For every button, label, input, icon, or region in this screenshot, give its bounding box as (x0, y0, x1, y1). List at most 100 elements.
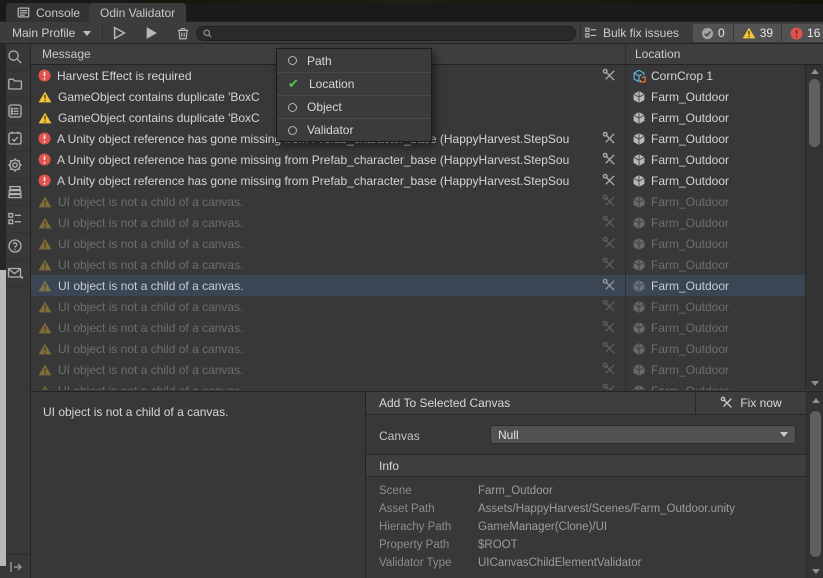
issue-row[interactable]: UI object is not a child of a canvas. Far… (31, 233, 805, 254)
issue-location-cell[interactable]: Farm_Outdoor (625, 212, 805, 233)
profile-dropdown[interactable]: Main Profile (4, 23, 99, 43)
issue-location-cell[interactable]: CornCrop 1 (625, 65, 805, 86)
issue-row[interactable]: UI object is not a child of a canvas.Far… (31, 380, 805, 390)
issue-row[interactable]: UI object is not a child of a canvas.Far… (31, 359, 805, 380)
issue-row[interactable]: A Unity object reference has gone missin… (31, 149, 805, 170)
search-field[interactable] (196, 26, 576, 41)
issue-message-cell[interactable]: UI object is not a child of a canvas. (31, 317, 625, 338)
menu-item-path[interactable]: Path (277, 49, 431, 72)
column-header-location[interactable]: Location (625, 44, 805, 64)
issue-location-cell[interactable]: Farm_Outdoor (625, 380, 805, 390)
bulk-fix-issues-button[interactable]: Bulk fix issues (584, 23, 679, 43)
folder-icon (7, 76, 23, 92)
scrollbar-thumb[interactable] (810, 411, 821, 557)
issue-row[interactable]: UI object is not a child of a canvas. Far… (31, 212, 805, 233)
issue-location-cell[interactable]: Farm_Outdoor (625, 191, 805, 212)
run-button[interactable] (137, 22, 166, 44)
fix-wrench-icon[interactable] (602, 152, 617, 167)
issue-message-cell[interactable]: A Unity object reference has gone missin… (31, 170, 625, 191)
scroll-down-icon[interactable] (812, 569, 820, 574)
warnings-filter-button[interactable]: 39 (733, 24, 781, 42)
run-outline-button[interactable] (105, 22, 134, 44)
fix-wrench-icon[interactable] (602, 299, 617, 314)
fix-wrench-icon[interactable] (602, 173, 617, 188)
issue-location-cell[interactable]: Farm_Outdoor (625, 149, 805, 170)
issue-row[interactable]: A Unity object reference has gone missin… (31, 170, 805, 191)
issue-row[interactable]: UI object is not a child of a canvas.Far… (31, 338, 805, 359)
warning-icon (38, 217, 52, 229)
issue-row[interactable]: UI object is not a child of a canvas.Far… (31, 275, 805, 296)
tab-console[interactable]: Console (6, 3, 91, 22)
issue-location-cell[interactable]: Farm_Outdoor (625, 170, 805, 191)
issue-location-cell[interactable]: Farm_Outdoor (625, 359, 805, 380)
issue-message-cell[interactable]: UI object is not a child of a canvas. (31, 212, 625, 233)
issue-location-cell[interactable]: Farm_Outdoor (625, 233, 805, 254)
issue-message: UI object is not a child of a canvas. (58, 237, 599, 251)
issue-row[interactable]: UI object is not a child of a canvas.Far… (31, 317, 805, 338)
issue-message-cell[interactable]: UI object is not a child of a canvas. (31, 296, 625, 317)
prefab-variant-icon (632, 69, 646, 83)
fix-wrench-icon[interactable] (602, 131, 617, 146)
errors-filter-button[interactable]: 16 (781, 24, 823, 42)
issue-message-cell[interactable]: UI object is not a child of a canvas. (31, 233, 625, 254)
cube-icon (632, 300, 646, 314)
issue-message-cell[interactable]: UI object is not a child of a canvas. (31, 380, 625, 390)
issue-detail-message: UI object is not a child of a canvas. (43, 405, 228, 419)
menu-item-location[interactable]: ✔Location (277, 72, 431, 95)
issue-location-cell[interactable]: Farm_Outdoor (625, 107, 805, 128)
scroll-up-icon[interactable] (812, 398, 820, 403)
fix-wrench-icon[interactable] (602, 257, 617, 272)
fix-wrench-icon[interactable] (602, 215, 617, 230)
list-scrollbar[interactable] (805, 65, 823, 390)
fix-wrench-icon[interactable] (602, 341, 617, 356)
fix-panel-scrollbar[interactable] (806, 392, 823, 578)
background-sliver (0, 270, 6, 566)
menu-item-object[interactable]: Object (277, 95, 431, 118)
fix-now-button[interactable]: Fix now (695, 392, 806, 415)
fix-wrench-icon[interactable] (602, 362, 617, 377)
tab-odin-validator[interactable]: Odin Validator (89, 3, 186, 22)
issue-location-cell[interactable]: Farm_Outdoor (625, 254, 805, 275)
location-label: Farm_Outdoor (651, 300, 729, 314)
search-input[interactable] (216, 28, 569, 40)
issue-message-cell[interactable]: UI object is not a child of a canvas. (31, 254, 625, 275)
resolved-filter-button[interactable]: 0 (693, 24, 733, 42)
issue-row[interactable]: UI object is not a child of a canvas.Far… (31, 191, 805, 212)
cube-icon (632, 195, 646, 209)
issue-message-cell[interactable]: A Unity object reference has gone missin… (31, 149, 625, 170)
issue-message-cell[interactable]: UI object is not a child of a canvas. (31, 191, 625, 212)
issue-message-cell[interactable]: UI object is not a child of a canvas. (31, 359, 625, 380)
issue-location-cell[interactable]: Farm_Outdoor (625, 317, 805, 338)
info-label: Asset Path (379, 503, 478, 515)
wrench-icon (720, 396, 734, 410)
play-outline-icon (113, 26, 126, 40)
background-sliver (0, 44, 6, 270)
issue-location-cell[interactable]: Farm_Outdoor (625, 296, 805, 317)
issue-row[interactable]: UI object is not a child of a canvas. Far… (31, 296, 805, 317)
location-label: Farm_Outdoor (651, 216, 729, 230)
layers-icon (7, 184, 23, 200)
fix-wrench-icon[interactable] (602, 383, 617, 390)
issue-location-cell[interactable]: Farm_Outdoor (625, 338, 805, 359)
bulk-list-icon (7, 211, 23, 227)
issue-row[interactable]: UI object is not a child of a canvas.Far… (31, 254, 805, 275)
canvas-dropdown[interactable]: Null (490, 425, 796, 444)
clear-button[interactable] (168, 22, 197, 44)
checklist-icon (7, 103, 23, 119)
cube-icon (632, 342, 646, 356)
fix-wrench-icon[interactable] (602, 236, 617, 251)
issue-message-cell[interactable]: UI object is not a child of a canvas. (31, 338, 625, 359)
scrollbar-thumb[interactable] (809, 79, 820, 147)
fix-wrench-icon[interactable] (602, 68, 617, 83)
fix-wrench-icon[interactable] (602, 194, 617, 209)
scroll-down-icon[interactable] (811, 381, 819, 386)
cube-icon (632, 216, 646, 230)
scroll-up-icon[interactable] (811, 69, 819, 74)
issue-location-cell[interactable]: Farm_Outdoor (625, 275, 805, 296)
issue-location-cell[interactable]: Farm_Outdoor (625, 86, 805, 107)
issue-message-cell[interactable]: UI object is not a child of a canvas. (31, 275, 625, 296)
issue-location-cell[interactable]: Farm_Outdoor (625, 128, 805, 149)
menu-item-validator[interactable]: Validator (277, 118, 431, 141)
fix-wrench-icon[interactable] (602, 320, 617, 335)
fix-wrench-icon[interactable] (602, 278, 617, 293)
